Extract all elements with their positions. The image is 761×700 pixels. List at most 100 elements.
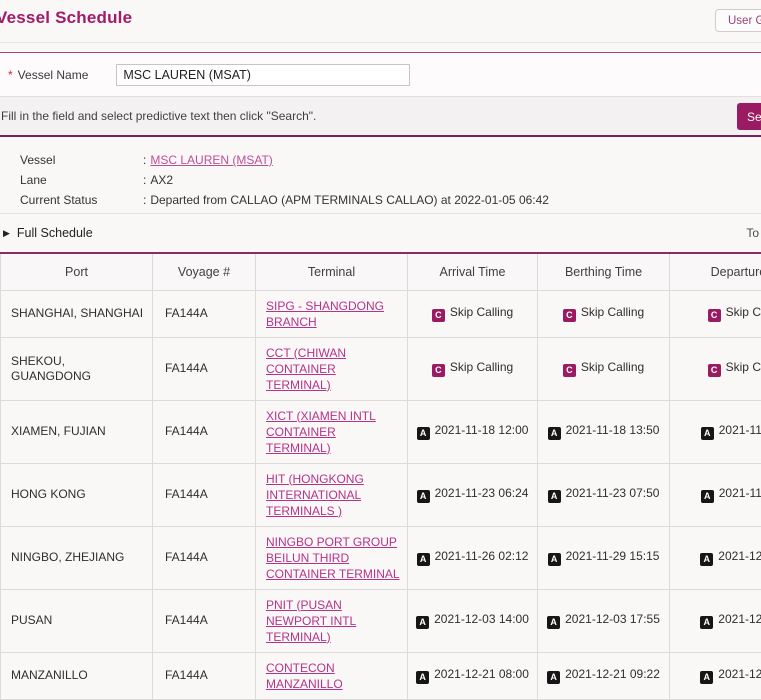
voyage-cell: FA144A bbox=[153, 400, 256, 463]
status-letter-icon: A bbox=[417, 490, 430, 503]
departure-cell: A2021-11-24 1 bbox=[670, 463, 761, 526]
full-schedule-toggle[interactable]: ▶ Full Schedule bbox=[3, 226, 93, 240]
departure-text: 2021-12-06 0 bbox=[718, 612, 761, 626]
arrival-text: 2021-11-26 02:12 bbox=[435, 549, 529, 563]
status-letter-icon: A bbox=[547, 616, 560, 629]
arrival-cell: A2021-12-21 08:00 bbox=[408, 652, 538, 699]
col-header-voyage: Voyage # bbox=[153, 253, 256, 290]
berthing-text: 2021-12-21 09:22 bbox=[565, 667, 660, 681]
terminal-cell: CCT (CHIWAN CONTAINER TERMINAL) bbox=[256, 337, 408, 400]
vessel-search-form: * Vessel Name bbox=[0, 52, 761, 97]
table-row: PUSAN FA144A PNIT (PUSAN NEWPORT INTL TE… bbox=[1, 589, 761, 652]
port-cell: MANZANILLO bbox=[1, 652, 153, 699]
vessel-summary: Vessel : MSC LAUREN (MSAT) Lane : AX2 Cu… bbox=[0, 137, 761, 214]
schedule-table: Port Voyage # Terminal Arrival Time Bert… bbox=[0, 252, 761, 700]
status-letter-icon: A bbox=[548, 490, 561, 503]
top-bar: Vessel Schedule User G bbox=[0, 0, 761, 43]
berthing-cell: C Skip Calling bbox=[538, 290, 670, 337]
vessel-link[interactable]: MSC LAUREN (MSAT) bbox=[150, 150, 272, 170]
table-header-row: Port Voyage # Terminal Arrival Time Bert… bbox=[1, 253, 761, 290]
port-cell: SHEKOU, GUANGDONG bbox=[1, 337, 153, 400]
berthing-text: 2021-11-23 07:50 bbox=[566, 486, 660, 500]
summary-row-current-status: Current Status : Departed from CALLAO (A… bbox=[20, 190, 761, 210]
terminal-link[interactable]: CONTECON MANZANILLO bbox=[266, 660, 343, 692]
full-schedule-label: Full Schedule bbox=[17, 226, 93, 240]
port-cell: XIAMEN, FUJIAN bbox=[1, 400, 153, 463]
search-button[interactable]: Se bbox=[737, 103, 761, 130]
berthing-cell: C Skip Calling bbox=[538, 337, 670, 400]
voyage-cell: FA144A bbox=[153, 589, 256, 652]
status-letter-icon: A bbox=[700, 671, 713, 684]
departure-cell: CSkip Callin bbox=[670, 337, 761, 400]
port-cell: NINGBO, ZHEJIANG bbox=[1, 526, 153, 589]
departure-cell: A2021-12-01 1 bbox=[670, 526, 761, 589]
arrival-cell: A 2021-11-23 06:24 bbox=[408, 463, 538, 526]
departure-text: 2021-11-20 1 bbox=[719, 423, 761, 437]
terminal-cell: HIT (HONGKONG INTERNATIONAL TERMINALS ) bbox=[256, 463, 408, 526]
col-header-port: Port bbox=[1, 253, 153, 290]
search-hint-text: Fill in the field and select predictive … bbox=[0, 109, 316, 123]
berthing-cell: A2021-12-21 09:22 bbox=[538, 652, 670, 699]
terminal-link[interactable]: XICT (XIAMEN INTL CONTAINER TERMINAL) bbox=[266, 408, 376, 456]
terminal-link[interactable]: HIT (HONGKONG INTERNATIONAL TERMINALS ) bbox=[266, 471, 364, 519]
departure-text: Skip Callin bbox=[726, 305, 761, 319]
status-letter-icon: A bbox=[548, 553, 561, 566]
status-letter-icon: C bbox=[563, 309, 576, 322]
terminal-link[interactable]: NINGBO PORT GROUP BEILUN THIRD CONTAINER… bbox=[266, 534, 400, 582]
summary-label: Vessel bbox=[20, 150, 143, 170]
status-letter-icon: A bbox=[700, 616, 713, 629]
status-letter-icon: C bbox=[432, 309, 445, 322]
berthing-text: Skip Calling bbox=[581, 305, 644, 319]
arrival-text: 2021-12-03 14:00 bbox=[434, 612, 529, 626]
colon: : bbox=[143, 190, 146, 210]
departure-cell: CSkip Callin bbox=[670, 290, 761, 337]
truncated-right-text: To bbox=[746, 226, 759, 240]
arrival-text: Skip Calling bbox=[450, 305, 513, 319]
port-cell: SHANGHAI, SHANGHAI bbox=[1, 290, 153, 337]
full-schedule-bar: ▶ Full Schedule To bbox=[0, 214, 761, 252]
terminal-link[interactable]: PNIT (PUSAN NEWPORT INTL TERMINAL) bbox=[266, 597, 356, 645]
status-letter-icon: A bbox=[416, 616, 429, 629]
col-header-berthing: Berthing Time bbox=[538, 253, 670, 290]
berthing-cell: A 2021-11-23 07:50 bbox=[538, 463, 670, 526]
user-guide-button[interactable]: User G bbox=[715, 9, 761, 32]
col-header-departure: Departure Ti bbox=[670, 253, 761, 290]
spacer bbox=[0, 43, 761, 52]
status-letter-icon: A bbox=[701, 490, 714, 503]
hint-band: Fill in the field and select predictive … bbox=[0, 97, 761, 137]
berthing-text: 2021-11-18 13:50 bbox=[566, 423, 660, 437]
lane-value: AX2 bbox=[150, 170, 173, 190]
summary-label: Current Status bbox=[20, 190, 143, 210]
arrival-text: 2021-11-23 06:24 bbox=[435, 486, 529, 500]
arrival-text: 2021-12-21 08:00 bbox=[434, 667, 529, 681]
status-letter-icon: C bbox=[563, 364, 576, 377]
table-row: XIAMEN, FUJIAN FA144A XICT (XIAMEN INTL … bbox=[1, 400, 761, 463]
departure-cell: A2021-12-23 1 bbox=[670, 652, 761, 699]
arrival-cell: A2021-11-26 02:12 bbox=[408, 526, 538, 589]
status-letter-icon: A bbox=[417, 427, 430, 440]
table-row: HONG KONG FA144A HIT (HONGKONG INTERNATI… bbox=[1, 463, 761, 526]
page-title: Vessel Schedule bbox=[0, 8, 132, 28]
voyage-cell: FA144A bbox=[153, 526, 256, 589]
expand-arrow-icon: ▶ bbox=[3, 228, 10, 239]
vessel-name-input[interactable] bbox=[116, 64, 410, 86]
status-letter-icon: A bbox=[700, 553, 713, 566]
colon: : bbox=[143, 150, 146, 170]
summary-row-vessel: Vessel : MSC LAUREN (MSAT) bbox=[20, 150, 761, 170]
berthing-text: Skip Calling bbox=[581, 360, 644, 374]
terminal-link[interactable]: SIPG - SHANGDONG BRANCH bbox=[266, 298, 384, 330]
berthing-cell: A2021-11-18 13:50 bbox=[538, 400, 670, 463]
departure-cell: A 2021-12-06 0 bbox=[670, 589, 761, 652]
summary-row-lane: Lane : AX2 bbox=[20, 170, 761, 190]
arrival-cell: A2021-11-18 12:00 bbox=[408, 400, 538, 463]
status-letter-icon: C bbox=[708, 364, 721, 377]
colon: : bbox=[143, 170, 146, 190]
arrival-cell: A 2021-12-03 14:00 bbox=[408, 589, 538, 652]
terminal-cell: CONTECON MANZANILLO bbox=[256, 652, 408, 699]
vessel-name-label: Vessel Name bbox=[18, 68, 89, 82]
col-header-arrival: Arrival Time bbox=[408, 253, 538, 290]
port-cell: PUSAN bbox=[1, 589, 153, 652]
table-row: SHEKOU, GUANGDONG FA144A CCT (CHIWAN CON… bbox=[1, 337, 761, 400]
terminal-link[interactable]: CCT (CHIWAN CONTAINER TERMINAL) bbox=[266, 345, 346, 393]
table-row: SHANGHAI, SHANGHAI FA144A SIPG - SHANGDO… bbox=[1, 290, 761, 337]
